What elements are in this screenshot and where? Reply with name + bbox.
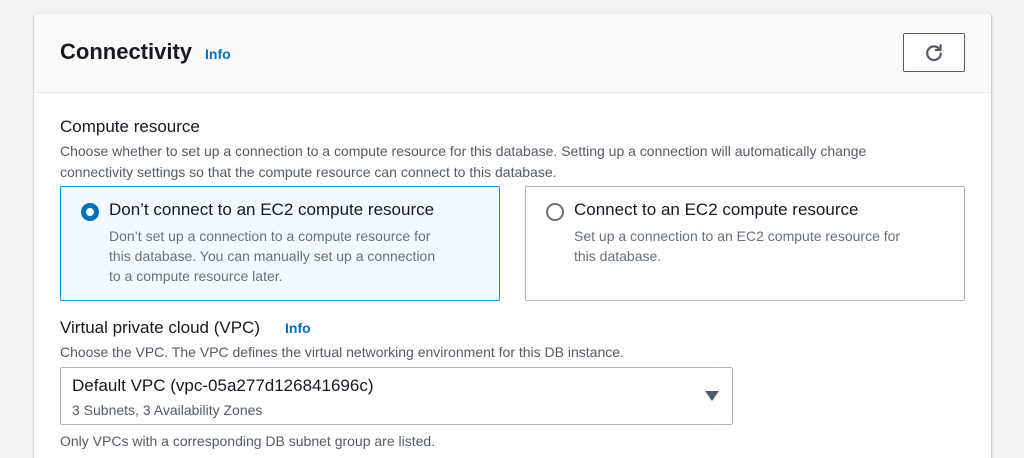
connectivity-info-link[interactable]: Info <box>205 46 231 62</box>
tile-dont-connect-ec2[interactable]: Don’t connect to an EC2 compute resource… <box>60 186 500 301</box>
panel-header: Connectivity Info <box>34 14 991 93</box>
vpc-description: Choose the VPC. The VPC defines the virt… <box>60 344 624 360</box>
vpc-hint: Only VPCs with a corresponding DB subnet… <box>60 433 436 449</box>
radio-dont-connect-ec2[interactable] <box>81 203 99 221</box>
tile-title: Don’t connect to an EC2 compute resource <box>109 200 435 219</box>
compute-resource-description: Choose whether to set up a connection to… <box>60 143 867 180</box>
vpc-selected-value: Default VPC (vpc-05a277d126841696c) <box>72 376 374 395</box>
vpc-select[interactable]: Default VPC (vpc-05a277d126841696c) 3 Su… <box>60 367 733 425</box>
compute-resource-label: Compute resource <box>60 117 200 136</box>
panel-title: Connectivity <box>60 39 193 64</box>
tile-description: Don’t set up a connection to a compute r… <box>109 228 436 284</box>
vpc-info-link[interactable]: Info <box>285 320 311 336</box>
vpc-selected-subtext: 3 Subnets, 3 Availability Zones <box>72 402 263 418</box>
caret-down-icon <box>705 391 719 401</box>
tile-description: Set up a connection to an EC2 compute re… <box>574 228 901 264</box>
refresh-button[interactable] <box>903 33 965 72</box>
tile-connect-ec2[interactable]: Connect to an EC2 compute resource Set u… <box>525 186 965 301</box>
vpc-label: Virtual private cloud (VPC) <box>60 318 260 337</box>
radio-connect-ec2[interactable] <box>546 203 564 221</box>
tile-title: Connect to an EC2 compute resource <box>574 200 859 219</box>
refresh-icon <box>926 43 942 61</box>
